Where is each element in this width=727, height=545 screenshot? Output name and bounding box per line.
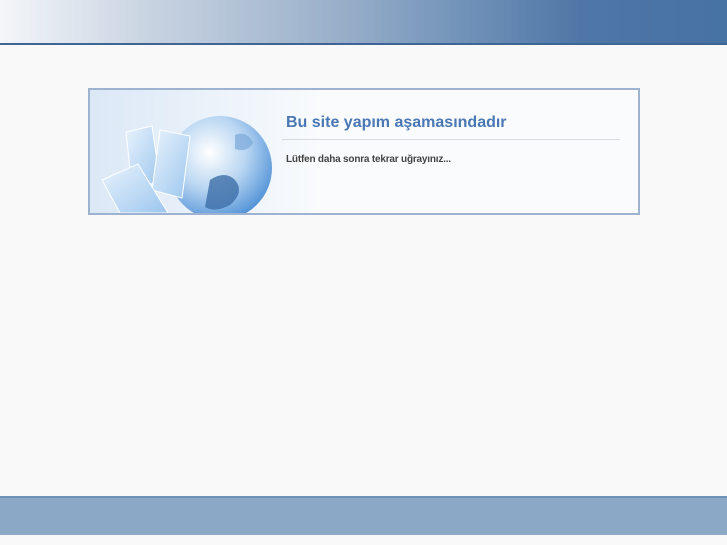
footer-band xyxy=(0,496,727,535)
notice-message: Lütfen daha sonra tekrar uğrayınız... xyxy=(286,154,451,165)
divider xyxy=(282,139,620,140)
globe-illustration xyxy=(90,90,320,213)
page-title: Bu site yapım aşamasındadır xyxy=(286,114,507,131)
header-banner xyxy=(0,0,727,45)
notice-box: Bu site yapım aşamasındadır Lütfen daha … xyxy=(88,88,640,215)
